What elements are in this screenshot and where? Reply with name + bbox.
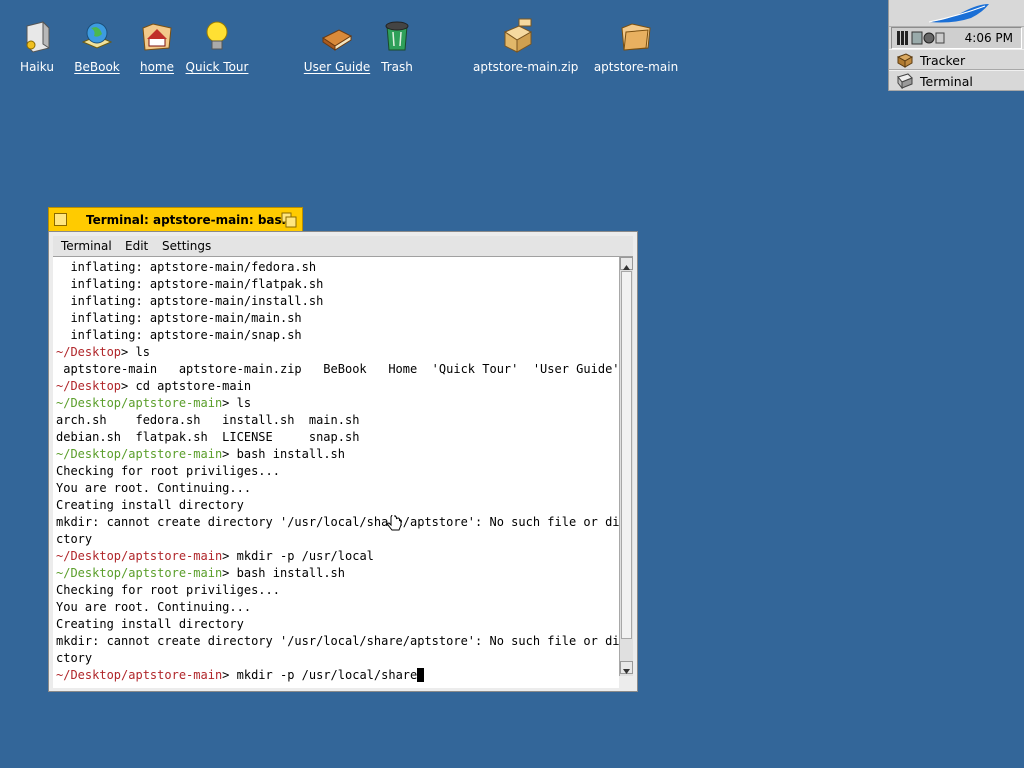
desktop-icon-aptstore-zip[interactable]: aptstore-main.zip	[472, 18, 578, 75]
terminal-line: inflating: aptstore-main/install.sh	[56, 294, 324, 308]
desktop-icon-label: Quick Tour	[185, 60, 249, 74]
terminal-line: ctory	[56, 651, 93, 665]
deskbar-app-tracker[interactable]: Tracker	[889, 49, 1024, 70]
terminal-line: You are root. Continuing...	[56, 600, 252, 614]
terminal-line: ~/Desktop/aptstore-main> bash install.sh	[56, 565, 345, 582]
terminal-line: ~/Desktop/aptstore-main> mkdir -p /usr/l…	[56, 667, 425, 684]
haiku-leaf-icon	[928, 4, 989, 23]
close-button[interactable]	[54, 213, 67, 226]
prompt-path: ~/Desktop/aptstore-main	[56, 566, 223, 580]
deskbar-app-label: Tracker	[920, 53, 966, 68]
desktop-icon-aptstore-folder[interactable]: aptstore-main	[591, 18, 681, 75]
terminal-line: mkdir: cannot create directory '/usr/loc…	[56, 515, 619, 529]
prompt-path: ~/Desktop/aptstore-main	[56, 396, 223, 410]
folder-icon	[621, 23, 651, 51]
command-text: > mkdir -p /usr/local/share	[222, 668, 418, 682]
terminal-line: inflating: aptstore-main/fedora.sh	[56, 260, 317, 274]
system-tray: 4:06 PM	[891, 27, 1022, 49]
terminal-line: Creating install directory	[56, 498, 244, 512]
terminal-output[interactable]: inflating: aptstore-main/fedora.sh infla…	[53, 257, 619, 688]
home-folder-icon	[142, 23, 172, 51]
window-title: Terminal: aptstore-main: bash	[86, 213, 291, 227]
terminal-line: You are root. Continuing...	[56, 481, 252, 495]
terminal-line: debian.sh flatpak.sh LICENSE snap.sh	[56, 430, 360, 444]
deskbar-app-terminal[interactable]: Terminal	[889, 70, 1024, 91]
prompt-path: ~/Desktop	[56, 379, 122, 393]
command-text: > mkdir -p /usr/local	[222, 549, 374, 563]
trash-icon	[385, 21, 409, 51]
desktop-icon-label: Trash	[381, 60, 413, 74]
terminal-icon	[897, 73, 913, 89]
prompt-path: ~/Desktop/aptstore-main	[56, 668, 223, 682]
desktop-icon-label: aptstore-main	[593, 60, 679, 74]
desktop-icon-label: Haiku	[20, 60, 54, 74]
prompt-path: ~/Desktop/aptstore-main	[56, 447, 223, 461]
desktop-icon-label: aptstore-main.zip	[473, 60, 579, 74]
terminal-line: inflating: aptstore-main/flatpak.sh	[56, 277, 324, 291]
scroll-up-button[interactable]	[620, 257, 633, 270]
menu-edit[interactable]: Edit	[125, 239, 148, 253]
command-text: > ls	[222, 396, 252, 410]
desktop-icon-quick-tour[interactable]: Quick Tour	[172, 18, 262, 75]
terminal-line: Checking for root priviliges...	[56, 464, 280, 478]
terminal-line: arch.sh fedora.sh install.sh main.sh	[56, 413, 360, 427]
terminal-line: inflating: aptstore-main/snap.sh	[56, 328, 302, 342]
terminal-line: inflating: aptstore-main/main.sh	[56, 311, 302, 325]
terminal-line: aptstore-main aptstore-main.zip BeBook H…	[56, 362, 619, 376]
terminal-line: ctory	[56, 532, 93, 546]
hand-cursor-icon	[387, 515, 402, 531]
terminal-line: mkdir: cannot create directory '/usr/loc…	[56, 634, 619, 648]
scrollbar-thumb[interactable]	[621, 271, 632, 639]
deskbar: 4:06 PM Tracker Terminal	[888, 0, 1024, 91]
zip-archive-icon	[503, 18, 533, 53]
text-cursor	[417, 668, 425, 682]
haiku-drive-icon	[26, 20, 50, 53]
scroll-down-button[interactable]	[620, 661, 633, 674]
command-text: > cd aptstore-main	[121, 379, 252, 393]
clock[interactable]: 4:06 PM	[965, 31, 1013, 45]
desktop-icon-trash[interactable]: Trash	[352, 18, 442, 75]
command-text: > bash install.sh	[222, 447, 345, 461]
terminal-line: Checking for root priviliges...	[56, 583, 280, 597]
command-text: > bash install.sh	[222, 566, 345, 580]
terminal-line: ~/Desktop> ls	[56, 344, 150, 361]
deskbar-menu-button[interactable]	[889, 0, 1024, 27]
lightbulb-icon	[206, 21, 228, 50]
command-text: > ls	[121, 345, 150, 359]
menu-bar: Terminal Edit Settings	[53, 236, 633, 257]
prompt-path: ~/Desktop	[56, 345, 122, 359]
vertical-scrollbar[interactable]	[619, 257, 633, 676]
terminal-line: ~/Desktop/aptstore-main> mkdir -p /usr/l…	[56, 548, 374, 565]
desktop-icon-label: home	[139, 60, 175, 74]
tracker-icon	[897, 53, 913, 68]
terminal-line: ~/Desktop/aptstore-main> ls	[56, 395, 251, 412]
globe-book-icon	[81, 22, 113, 49]
terminal-line: Creating install directory	[56, 617, 244, 631]
menu-settings[interactable]: Settings	[162, 239, 211, 253]
arrow-down-icon	[623, 669, 630, 674]
terminal-line: ~/Desktop/aptstore-main> bash install.sh	[56, 446, 345, 463]
terminal-line: ~/Desktop> cd aptstore-main	[56, 378, 251, 395]
terminal-window: Terminal Edit Settings inflating: aptsto…	[48, 231, 638, 692]
window-tab[interactable]: Terminal: aptstore-main: bash	[48, 207, 303, 232]
deskbar-app-label: Terminal	[920, 74, 973, 89]
prompt-path: ~/Desktop/aptstore-main	[56, 549, 223, 563]
tray-icons[interactable]	[896, 29, 948, 47]
menu-terminal[interactable]: Terminal	[61, 239, 112, 253]
zoom-button[interactable]	[281, 212, 297, 228]
book-icon	[322, 29, 353, 51]
